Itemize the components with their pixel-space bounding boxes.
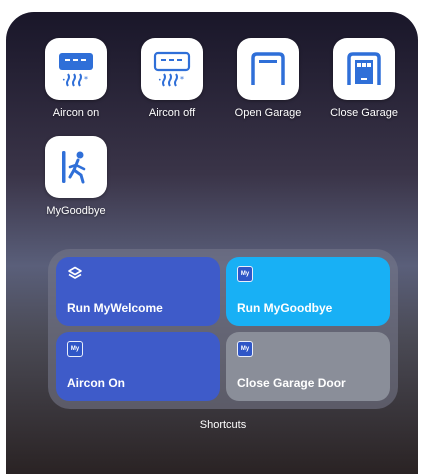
home-screen: * • Aircon on * • Aircon off Open Garage… [6,12,418,474]
app-label: Aircon off [148,107,196,119]
app-tile: * • [45,38,107,100]
shortcut-label: Close Garage Door [237,376,346,390]
app-label: Open Garage [234,107,302,119]
shortcut-label: Run MyGoodbye [237,301,333,315]
aircon-icon: * • [59,53,93,87]
my-badge-icon: My [67,341,83,357]
shortcut-run-mywelcome[interactable]: Run MyWelcome [56,257,220,326]
shortcut-close-garage-door[interactable]: My Close Garage Door [226,332,390,401]
app-mygoodbye[interactable]: MyGoodbye [36,136,116,217]
app-label: MyGoodbye [46,205,106,217]
app-aircon-off[interactable]: * • Aircon off [132,38,212,119]
garage-close-icon [347,52,381,85]
my-badge-icon: My [237,266,253,282]
app-close-garage[interactable]: Close Garage [324,38,404,119]
walking-person-icon [62,151,86,184]
svg-text:•: • [158,77,162,84]
shortcut-run-mygoodbye[interactable]: My Run MyGoodbye [226,257,390,326]
layers-icon [68,266,82,279]
shortcut-label: Run MyWelcome [67,301,163,315]
shortcut-aircon-on[interactable]: My Aircon On [56,332,220,401]
app-tile [333,38,395,100]
app-tile: * • [141,38,203,100]
garage-open-icon [251,52,285,85]
svg-text:*: * [180,75,184,84]
shortcut-label: Aircon On [67,376,126,390]
shortcuts-widget: Run MyWelcome My Run MyGoodbye My Aircon… [48,249,398,409]
widget-caption: Shortcuts [199,419,247,431]
app-tile [237,38,299,100]
app-aircon-on[interactable]: * • Aircon on [36,38,116,119]
my-badge-icon: My [237,341,253,357]
app-open-garage[interactable]: Open Garage [228,38,308,119]
aircon-icon: * • [153,51,191,87]
svg-text:*: * [84,75,88,84]
svg-text:•: • [62,77,66,84]
app-label: Aircon on [52,107,100,119]
app-tile [45,136,107,198]
app-label: Close Garage [330,107,398,119]
